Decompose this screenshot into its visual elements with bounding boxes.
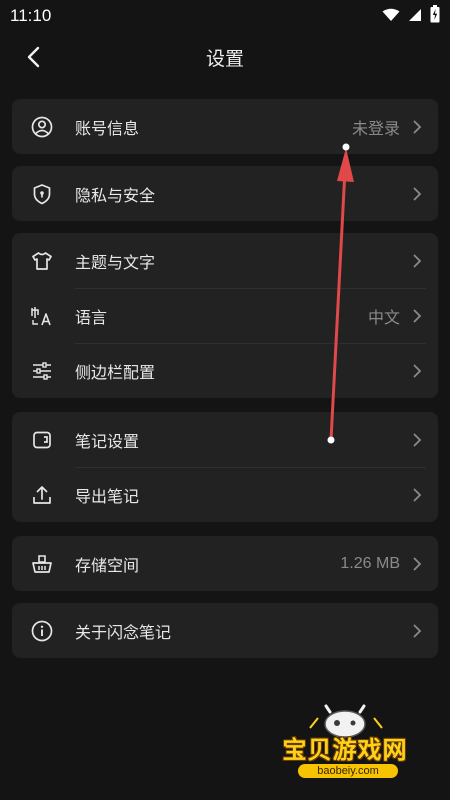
setting-label: 导出笔记 [75,486,140,506]
setting-label: 语言 [75,307,108,327]
status-icons [382,5,440,27]
setting-label: 主题与文字 [75,252,156,272]
settings-group-privacy: 隐私与安全 [12,166,438,221]
chevron-right-icon [410,364,424,378]
upload-icon [30,483,54,507]
setting-label: 隐私与安全 [75,185,156,205]
back-button[interactable] [18,44,48,74]
setting-row-sidebar-config[interactable]: 侧边栏配置 [12,343,438,398]
chevron-right-icon [410,433,424,447]
battery-charging-icon [430,5,440,27]
setting-row-theme-text[interactable]: 主题与文字 [12,233,438,288]
setting-row-about[interactable]: 关于闪念笔记 [12,603,438,658]
setting-label: 存储空间 [75,555,140,575]
chevron-right-icon [410,254,424,268]
header: 设置 [0,36,450,82]
wallet-note-icon [30,428,54,452]
wifi-icon [382,7,400,26]
chevron-right-icon [410,488,424,502]
setting-label: 账号信息 [75,118,140,138]
watermark: 宝贝游戏网 baobeiy.com [270,700,430,790]
status-bar: 11:10 [0,0,450,32]
setting-row-privacy-security[interactable]: 隐私与安全 [12,166,438,221]
user-circle-icon [30,115,54,139]
chevron-right-icon [410,557,424,571]
info-circle-icon [30,619,54,643]
language-value: 中文 [367,307,400,327]
storage-size-value: 1.26 MB [340,554,400,572]
chevron-right-icon [410,187,424,201]
chevron-right-icon [410,120,424,134]
translate-icon [30,304,54,328]
setting-row-note-settings[interactable]: 笔记设置 [12,412,438,467]
page-title: 设置 [205,48,244,70]
watermark-url: baobeiy.com [298,764,398,778]
status-time: 11:10 [10,6,52,25]
shield-lock-icon [30,182,54,206]
signal-icon [408,7,422,26]
settings-group-appearance: 主题与文字 语言 中文 侧边栏配置 [12,233,438,398]
setting-row-language[interactable]: 语言 中文 [12,288,438,343]
setting-label: 侧边栏配置 [75,362,156,382]
setting-row-account-info[interactable]: 账号信息 未登录 [12,99,438,154]
login-status-value: 未登录 [351,118,400,138]
chevron-left-icon [26,46,40,72]
setting-label: 关于闪念笔记 [75,622,172,642]
tshirt-icon [30,249,54,273]
setting-row-export-notes[interactable]: 导出笔记 [12,467,438,522]
storage-basket-icon [30,552,54,576]
chevron-right-icon [410,309,424,323]
sliders-icon [30,359,54,383]
settings-group-notes: 笔记设置 导出笔记 [12,412,438,522]
setting-label: 笔记设置 [75,431,140,451]
setting-row-storage[interactable]: 存储空间 1.26 MB [12,536,438,591]
chevron-right-icon [410,624,424,638]
settings-group-about: 关于闪念笔记 [12,603,438,658]
settings-group-storage: 存储空间 1.26 MB [12,536,438,591]
settings-group-account: 账号信息 未登录 [12,99,438,154]
watermark-text: 宝贝游戏网 [282,736,408,764]
